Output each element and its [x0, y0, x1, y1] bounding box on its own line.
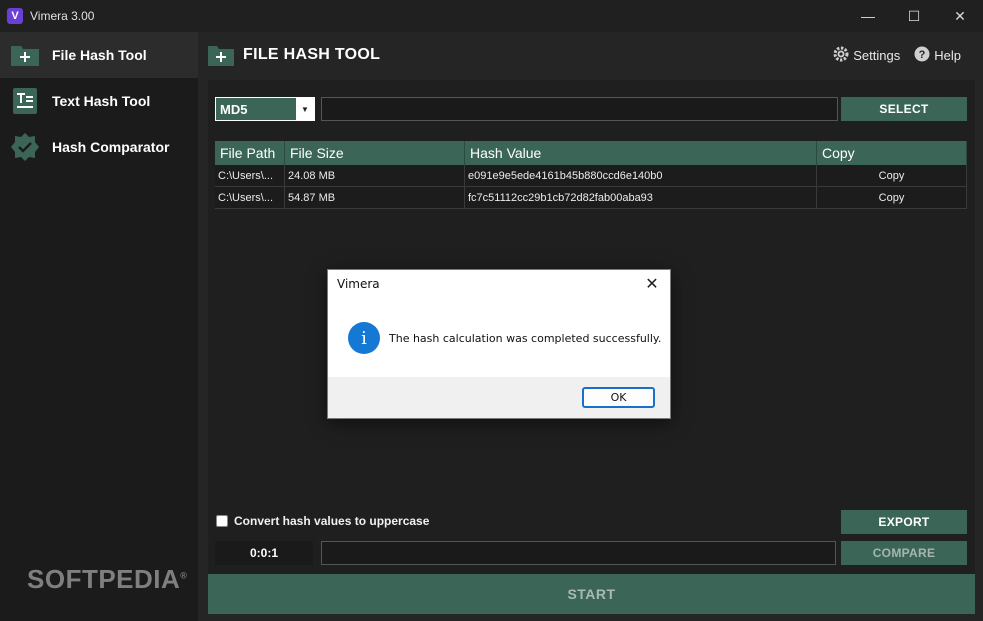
settings-label: Settings [853, 47, 901, 63]
dialog-message: The hash calculation was completed succe… [389, 331, 662, 345]
message-dialog: Vimera ✕ i The hash calculation was comp… [327, 269, 671, 419]
uppercase-checkbox[interactable] [216, 515, 228, 527]
dialog-close-button[interactable]: ✕ [642, 274, 662, 294]
chevron-down-icon: ▼ [296, 98, 314, 120]
close-window-button[interactable]: ✕ [937, 0, 983, 32]
sidebar-item-text-hash-tool[interactable]: Text Hash Tool [0, 78, 198, 124]
minimize-button[interactable]: — [845, 0, 891, 32]
copy-hash-button[interactable]: Copy [817, 187, 967, 208]
dialog-body: i The hash calculation was completed suc… [328, 298, 670, 378]
cell-file-size: 54.87 MB [285, 187, 465, 208]
elapsed-timer: 0:0:1 [215, 541, 313, 565]
svg-text:?: ? [919, 49, 926, 61]
hash-algorithm-dropdown[interactable]: MD5 ▼ [215, 97, 315, 121]
dialog-title: Vimera [337, 277, 380, 291]
help-label: Help [934, 47, 961, 63]
sidebar-item-hash-comparator[interactable]: Hash Comparator [0, 124, 198, 170]
maximize-button[interactable]: ☐ [891, 0, 937, 32]
table-row[interactable]: C:\Users\... 54.87 MB fc7c51112cc29b1cb7… [215, 187, 967, 209]
sidebar-item-file-hash-tool[interactable]: File Hash Tool [0, 32, 198, 78]
help-icon: ? [914, 46, 930, 65]
page-title: FILE HASH TOOL [243, 46, 381, 63]
uppercase-label: Convert hash values to uppercase [234, 514, 430, 528]
table-header: File Path File Size Hash Value Copy [215, 141, 967, 165]
algorithm-value: MD5 [220, 101, 248, 117]
ok-button[interactable]: OK [582, 387, 655, 408]
column-header-file-size[interactable]: File Size [285, 141, 465, 165]
text-document-icon [10, 87, 40, 115]
title-bar: V Vimera 3.00 — ☐ ✕ [0, 0, 983, 32]
cell-hash-value: e091e9e5ede4161b45b880ccd6e140b0 [465, 165, 817, 186]
window-controls: — ☐ ✕ [845, 0, 983, 32]
copy-hash-button[interactable]: Copy [817, 165, 967, 186]
header-links: Settings ? Help [833, 32, 961, 78]
help-link[interactable]: ? Help [914, 46, 961, 65]
info-icon: i [348, 322, 380, 354]
hash-results-table: File Path File Size Hash Value Copy C:\U… [215, 141, 967, 209]
settings-link[interactable]: Settings [833, 46, 900, 65]
cell-file-size: 24.08 MB [285, 165, 465, 186]
gear-icon [833, 46, 849, 65]
dialog-footer: OK [328, 377, 670, 418]
column-header-copy[interactable]: Copy [817, 141, 967, 165]
table-row[interactable]: C:\Users\... 24.08 MB e091e9e5ede4161b45… [215, 165, 967, 187]
page-header: FILE HASH TOOL Settings ? Help [198, 32, 983, 78]
file-plus-icon [10, 41, 40, 69]
window-title: Vimera 3.00 [30, 9, 95, 23]
select-button[interactable]: SELECT [841, 97, 967, 121]
export-button[interactable]: EXPORT [841, 510, 967, 534]
sidebar-item-label: Text Hash Tool [52, 93, 151, 109]
sidebar: File Hash Tool Text Hash Tool Hash Compa… [0, 32, 198, 621]
cell-file-path: C:\Users\... [215, 165, 285, 186]
sidebar-item-label: Hash Comparator [52, 139, 170, 155]
cell-file-path: C:\Users\... [215, 187, 285, 208]
file-path-input[interactable] [321, 97, 838, 121]
file-plus-icon [207, 43, 235, 67]
uppercase-option[interactable]: Convert hash values to uppercase [216, 514, 429, 528]
cell-hash-value: fc7c51112cc29b1cb72d82fab00aba93 [465, 187, 817, 208]
softpedia-watermark: SOFTPEDIA® [27, 564, 188, 594]
column-header-file-path[interactable]: File Path [215, 141, 285, 165]
start-button[interactable]: START [208, 574, 975, 614]
compare-hash-input[interactable] [321, 541, 836, 565]
compare-button[interactable]: COMPARE [841, 541, 967, 565]
sidebar-item-label: File Hash Tool [52, 47, 147, 63]
check-badge-icon [10, 133, 40, 161]
app-logo-icon: V [7, 8, 23, 24]
column-header-hash-value[interactable]: Hash Value [465, 141, 817, 165]
